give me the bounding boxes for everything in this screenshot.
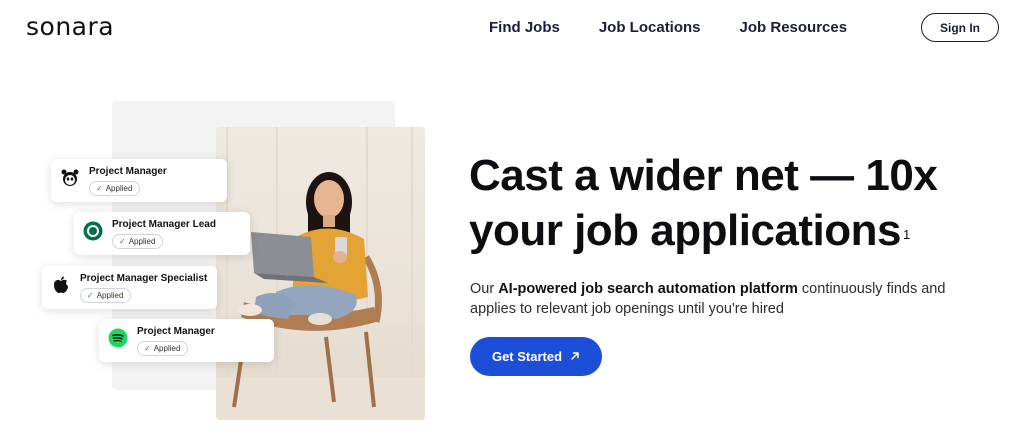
job-card: Project Manager Specialist ✓ Applied bbox=[42, 266, 217, 309]
badge-label: Applied bbox=[105, 184, 133, 193]
job-card: Project Manager ✓ Applied bbox=[99, 319, 274, 362]
job-title: Project Manager bbox=[137, 326, 215, 337]
spotify-icon bbox=[108, 328, 128, 348]
apple-icon bbox=[51, 275, 71, 295]
job-title: Project Manager Specialist bbox=[80, 273, 208, 284]
job-title: Project Manager bbox=[89, 166, 167, 177]
job-card: Project Manager ✓ Applied bbox=[51, 159, 227, 202]
get-started-button[interactable]: Get Started bbox=[470, 337, 602, 376]
check-icon: ✓ bbox=[119, 237, 126, 246]
badge-label: Applied bbox=[153, 344, 181, 353]
footnote-marker[interactable]: 1 bbox=[903, 227, 910, 242]
nav-find-jobs[interactable]: Find Jobs bbox=[489, 19, 560, 36]
badge-label: Applied bbox=[128, 237, 156, 246]
check-icon: ✓ bbox=[87, 291, 94, 300]
nav-job-resources[interactable]: Job Resources bbox=[740, 19, 848, 36]
arrow-up-right-icon bbox=[570, 350, 580, 364]
check-icon: ✓ bbox=[96, 184, 103, 193]
job-title: Project Manager Lead bbox=[112, 219, 216, 230]
hero-subtitle: Our AI-powered job search automation pla… bbox=[470, 279, 970, 319]
hero-photo bbox=[216, 127, 425, 420]
subtitle-text: Our bbox=[470, 281, 499, 297]
hero-headline: Cast a wider net — 10x your job applicat… bbox=[469, 148, 989, 258]
main-nav: Find Jobs Job Locations Job Resources bbox=[489, 19, 886, 36]
starbucks-icon bbox=[83, 221, 103, 241]
get-started-label: Get Started bbox=[491, 349, 563, 364]
applied-badge: ✓ Applied bbox=[112, 234, 164, 249]
sonara-logo[interactable]: sonara bbox=[26, 12, 114, 41]
applied-badge: ✓ Applied bbox=[137, 341, 189, 356]
applied-badge: ✓ Applied bbox=[80, 288, 132, 303]
applied-badge: ✓ Applied bbox=[89, 181, 141, 196]
nav-job-locations[interactable]: Job Locations bbox=[599, 19, 701, 36]
check-icon: ✓ bbox=[144, 344, 151, 353]
headline-line-2: your job applications bbox=[469, 206, 902, 255]
badge-label: Applied bbox=[96, 291, 124, 300]
sign-in-button[interactable]: Sign In bbox=[921, 13, 999, 42]
panda-icon bbox=[60, 168, 80, 188]
job-card: Project Manager Lead ✓ Applied bbox=[74, 212, 250, 255]
subtitle-emphasis: AI-powered job search automation platfor… bbox=[498, 281, 798, 297]
headline-line-1: Cast a wider net — 10x bbox=[469, 151, 938, 200]
